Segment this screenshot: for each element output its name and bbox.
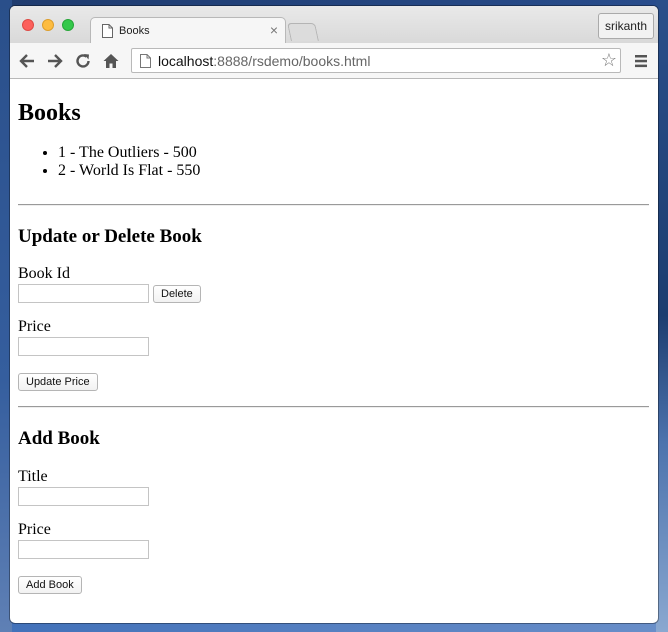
star-icon[interactable]: ☆ [601, 50, 617, 70]
window-maximize-button[interactable] [62, 19, 74, 31]
tab-books[interactable]: Books × [90, 17, 286, 44]
title-bar: Books × srikanth [10, 6, 658, 44]
page-title: Books [18, 100, 81, 126]
divider [18, 204, 649, 206]
url-text: localhost:8888/rsdemo/books.html [158, 53, 371, 69]
new-tab-button[interactable] [287, 23, 319, 41]
page-content: Books 1 - The Outliers - 500 2 - World I… [10, 79, 658, 623]
tab-title: Books [119, 25, 150, 37]
navigation-toolbar: localhost:8888/rsdemo/books.html ☆ [10, 43, 658, 79]
home-icon[interactable] [102, 52, 120, 70]
title-label: Title [18, 468, 48, 485]
update-price-field[interactable] [18, 337, 149, 356]
add-price-label: Price [18, 521, 51, 538]
update-delete-heading: Update or Delete Book [18, 226, 202, 247]
update-price-label: Price [18, 318, 51, 335]
menu-icon[interactable] [632, 52, 650, 70]
page-icon [140, 54, 151, 73]
book-id-label: Book Id [18, 265, 70, 282]
profile-button[interactable]: srikanth [597, 13, 654, 39]
list-item: 1 - The Outliers - 500 [58, 144, 200, 162]
book-id-field[interactable] [18, 284, 149, 303]
reload-icon[interactable] [74, 52, 92, 70]
page-icon [102, 24, 113, 43]
title-field[interactable] [18, 487, 149, 506]
window-minimize-button[interactable] [42, 19, 54, 31]
list-item: 2 - World Is Flat - 550 [58, 162, 200, 180]
divider [18, 406, 649, 408]
delete-button[interactable]: Delete [153, 285, 201, 303]
window-close-button[interactable] [22, 19, 34, 31]
browser-window: Books × srikanth localhost:8888/rsdemo/b… [10, 6, 658, 623]
forward-icon[interactable] [46, 52, 64, 70]
update-price-button[interactable]: Update Price [18, 373, 98, 391]
close-icon[interactable]: × [270, 22, 278, 38]
add-book-button[interactable]: Add Book [18, 576, 82, 594]
address-bar[interactable]: localhost:8888/rsdemo/books.html ☆ [131, 48, 621, 73]
add-book-heading: Add Book [18, 428, 100, 449]
add-price-field[interactable] [18, 540, 149, 559]
back-icon[interactable] [18, 52, 36, 70]
book-list: 1 - The Outliers - 500 2 - World Is Flat… [18, 144, 200, 180]
